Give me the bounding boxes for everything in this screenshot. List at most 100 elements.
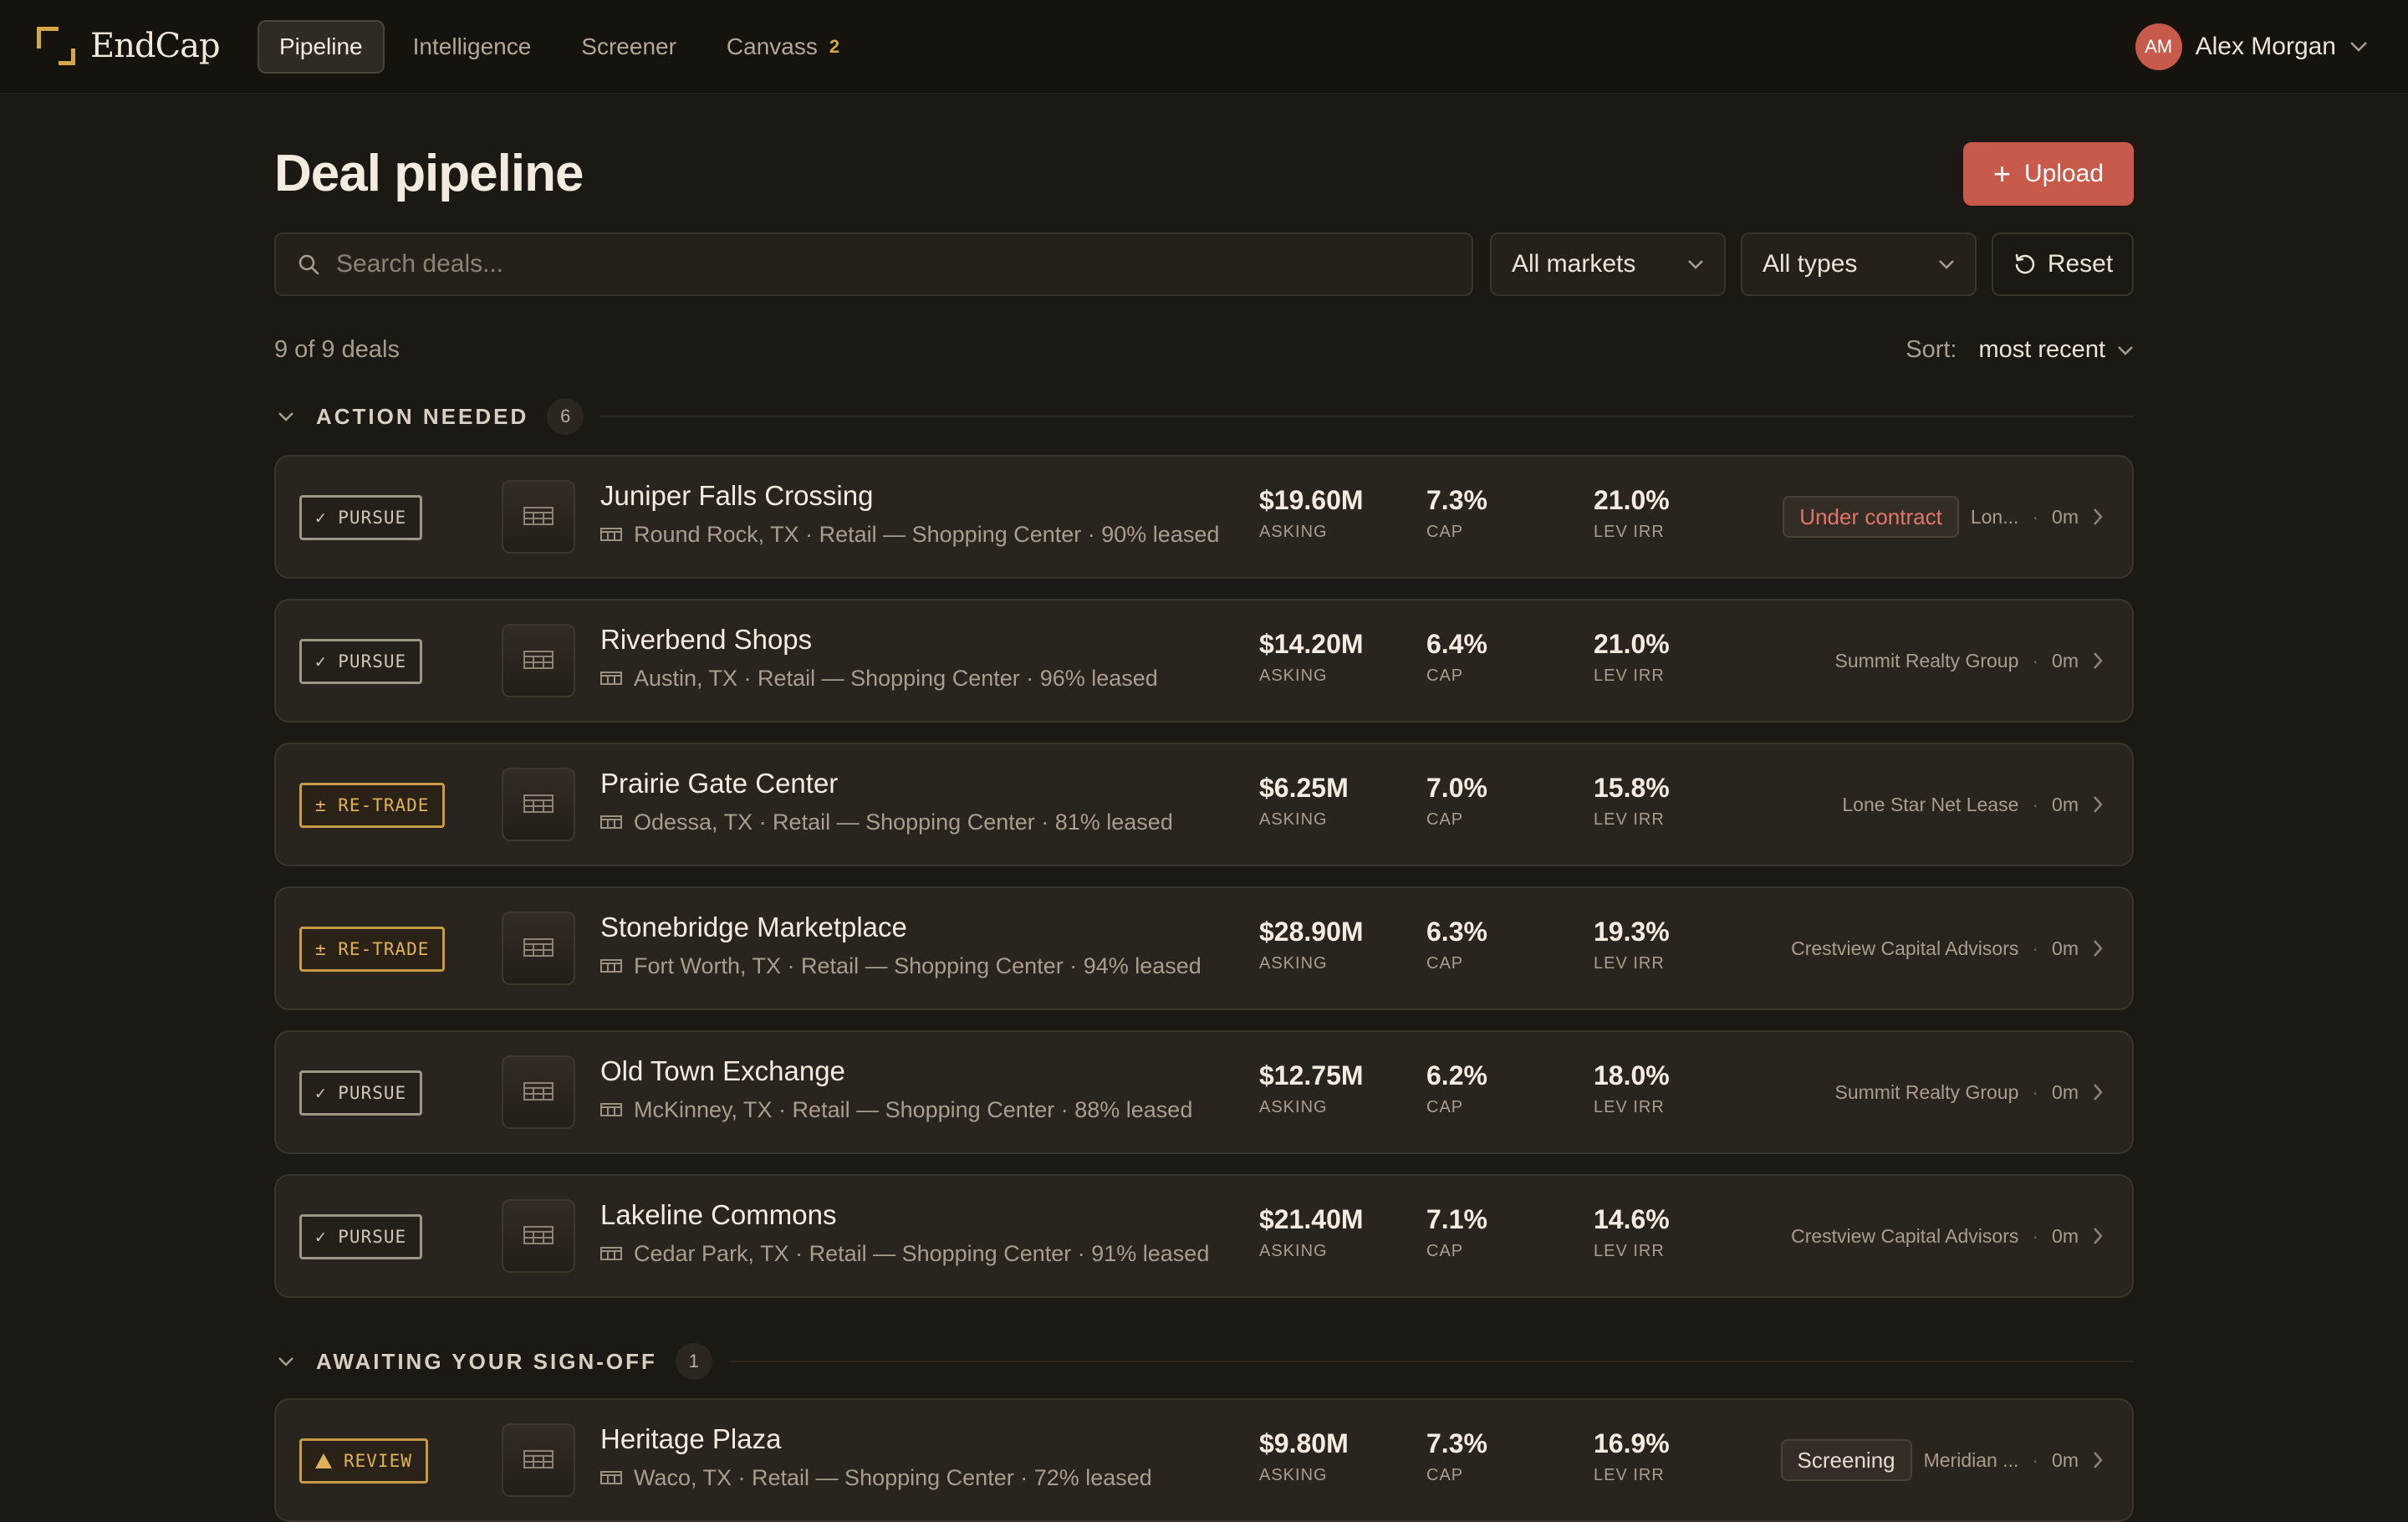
nav-canvass[interactable]: Canvass 2: [705, 20, 861, 74]
deal-details: Odessa, TX · Retail — Shopping Center · …: [634, 810, 1173, 835]
separator-dot: ·: [2032, 649, 2039, 672]
building-icon: [522, 1222, 555, 1251]
cap-value: 7.3%: [1426, 1428, 1487, 1458]
property-thumbnail: [502, 480, 575, 554]
deal-row[interactable]: ✓ PURSUE Juniper Falls Crossing Round Ro…: [274, 455, 2134, 579]
metric-asking: $14.20M ASKING: [1259, 629, 1364, 686]
deal-meta: Summit Realty Group · 0m: [1835, 639, 2079, 682]
app-logo[interactable]: EndCap: [37, 27, 221, 65]
nav-screener-label: Screener: [581, 33, 676, 59]
deal-name: Juniper Falls Crossing: [600, 480, 874, 511]
market-select-value: All markets: [1512, 250, 1636, 278]
irr-value: 21.0%: [1594, 629, 1670, 659]
chevron-down-icon: [278, 412, 293, 421]
deal-details: McKinney, TX · Retail — Shopping Center …: [634, 1097, 1193, 1122]
metric-lev-irr: 14.6% LEV IRR: [1594, 1204, 1670, 1261]
deal-subtitle: McKinney, TX · Retail — Shopping Center …: [600, 1097, 1192, 1123]
metric-lev-irr: 18.0% LEV IRR: [1594, 1060, 1670, 1117]
metric-cap: 7.3% CAP: [1426, 1428, 1487, 1485]
recommendation-tag-label: ± RE-TRADE: [315, 795, 430, 815]
asking-label: ASKING: [1259, 1098, 1328, 1116]
asking-value: $9.80M: [1259, 1428, 1349, 1458]
irr-label: LEV IRR: [1594, 1242, 1665, 1260]
building-icon: [600, 953, 634, 979]
recommendation-tag-label: ✓ PURSUE: [315, 1227, 407, 1247]
section-header-awaiting-sign-off[interactable]: AWAITING YOUR SIGN-OFF 1: [274, 1343, 2134, 1380]
irr-label: LEV IRR: [1594, 954, 1665, 973]
logo-mark-icon: [37, 27, 75, 65]
building-icon: [600, 1097, 634, 1123]
deal-row[interactable]: ✓ PURSUE Old Town Exchange McKinney, TX …: [274, 1030, 2134, 1154]
page-title: Deal pipeline: [274, 145, 584, 202]
reset-button[interactable]: Reset: [1992, 232, 2134, 296]
deal-row[interactable]: ✓ PURSUE Lakeline Commons Cedar Park, TX…: [274, 1174, 2134, 1298]
irr-value: 14.6%: [1594, 1204, 1670, 1234]
deal-details: Waco, TX · Retail — Shopping Center · 72…: [634, 1465, 1152, 1490]
cap-label: CAP: [1426, 810, 1464, 829]
cap-label: CAP: [1426, 1098, 1464, 1116]
status-badge: Under contract: [1783, 496, 1959, 538]
reset-icon: [2015, 253, 2035, 274]
metric-lev-irr: 21.0% LEV IRR: [1594, 485, 1670, 542]
broker-name: Meridian ...: [1923, 1448, 2019, 1471]
asking-label: ASKING: [1259, 954, 1328, 973]
nav-intelligence[interactable]: Intelligence: [391, 20, 554, 74]
metric-asking: $9.80M ASKING: [1259, 1428, 1349, 1485]
market-select[interactable]: All markets: [1490, 232, 1726, 296]
section-title: AWAITING YOUR SIGN-OFF: [316, 1348, 657, 1374]
separator-dot: ·: [2032, 937, 2039, 959]
broker-name: Crestview Capital Advisors: [1791, 937, 2019, 959]
nav-pipeline-label: Pipeline: [279, 33, 363, 59]
cap-value: 6.2%: [1426, 1060, 1487, 1090]
chevron-down-icon: [2118, 345, 2133, 355]
broker-name: Lone Star Net Lease: [1842, 793, 2019, 815]
property-thumbnail: [502, 1199, 575, 1273]
status-badge: Screening: [1780, 1439, 1912, 1481]
recommendation-tag-label: ✓ PURSUE: [315, 1083, 407, 1103]
deal-age: 0m: [2052, 1224, 2079, 1247]
recommendation-tag: ± RE-TRADE: [299, 783, 446, 828]
building-icon: [600, 666, 634, 692]
irr-label: LEV IRR: [1594, 523, 1665, 541]
deal-age: 0m: [2052, 793, 2079, 815]
recommendation-tag: ✓ PURSUE: [299, 639, 423, 684]
deal-row[interactable]: ± RE-TRADE Prairie Gate Center Odessa, T…: [274, 743, 2134, 866]
user-name: Alex Morgan: [2195, 33, 2336, 60]
metric-lev-irr: 15.8% LEV IRR: [1594, 773, 1670, 830]
asking-value: $12.75M: [1259, 1060, 1364, 1090]
search-icon: [298, 254, 319, 275]
building-icon: [522, 790, 555, 820]
search-box[interactable]: [274, 232, 1473, 296]
search-input[interactable]: [336, 250, 1423, 278]
irr-label: LEV IRR: [1594, 810, 1665, 829]
chevron-down-icon: [2350, 42, 2367, 52]
cap-value: 7.3%: [1426, 485, 1487, 515]
recommendation-tag: REVIEW: [299, 1438, 428, 1484]
building-icon: [522, 646, 555, 676]
app-name: EndCap: [90, 27, 221, 65]
chevron-right-icon: [2092, 794, 2104, 819]
deal-meta: Lone Star Net Lease · 0m: [1842, 783, 2079, 826]
building-icon: [522, 1078, 555, 1107]
deal-row[interactable]: REVIEW Heritage Plaza Waco, TX · Retail …: [274, 1398, 2134, 1522]
sort-control[interactable]: Sort: most recent: [1905, 336, 2134, 364]
nav-screener[interactable]: Screener: [559, 20, 698, 74]
asking-value: $21.40M: [1259, 1204, 1364, 1234]
user-menu[interactable]: AM Alex Morgan: [2135, 23, 2368, 70]
sort-label: Sort:: [1905, 336, 1957, 363]
cap-label: CAP: [1426, 523, 1464, 541]
deal-row[interactable]: ✓ PURSUE Riverbend Shops Austin, TX · Re…: [274, 599, 2134, 723]
property-thumbnail: [502, 624, 575, 697]
separator-dot: ·: [2032, 1448, 2039, 1471]
chevron-right-icon: [2092, 1450, 2104, 1474]
upload-button[interactable]: + Upload: [1963, 142, 2134, 206]
metric-cap: 6.2% CAP: [1426, 1060, 1487, 1117]
section-divider: [728, 1361, 2134, 1362]
nav-pipeline[interactable]: Pipeline: [258, 20, 385, 74]
section-header-action-needed[interactable]: ACTION NEEDED 6: [274, 398, 2134, 435]
metric-lev-irr: 16.9% LEV IRR: [1594, 1428, 1670, 1485]
type-select[interactable]: All types: [1741, 232, 1977, 296]
deal-row[interactable]: ± RE-TRADE Stonebridge Marketplace Fort …: [274, 886, 2134, 1010]
main-nav: Pipeline Intelligence Screener Canvass 2: [258, 20, 868, 74]
deal-meta: Crestview Capital Advisors · 0m: [1791, 1214, 2079, 1258]
